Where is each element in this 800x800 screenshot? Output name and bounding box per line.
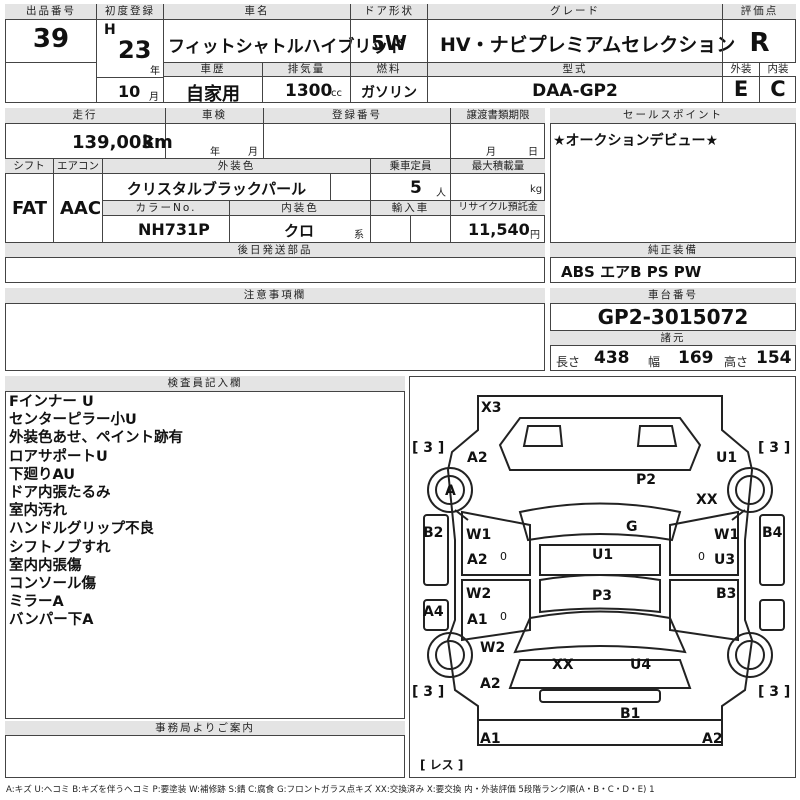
diagram-label: A2 [467,552,488,568]
diagram-label: W1 [714,527,740,543]
diagram-label: U4 [630,657,652,673]
diagram-label: G [626,519,638,535]
bracket-top-right: [ 3 ] [758,440,791,456]
diagram-label: A2 [467,450,488,466]
diagram-label: W2 [466,586,492,602]
diagram-label: U3 [714,552,736,568]
diagram-label: A [445,483,456,499]
diagram-label: 0 [500,610,507,623]
bracket-bottom-right: [ 3 ] [758,684,791,700]
diagram-label: B3 [716,586,737,602]
diagram-label: A2 [702,731,723,747]
diagram-label: A1 [480,731,501,747]
diagram-label: U1 [716,450,738,466]
diagram-label: A1 [467,612,488,628]
diagram-label: W1 [466,527,492,543]
diagram-label: X3 [481,400,502,416]
diagram-label: XX [696,492,718,508]
diagram-label: 0 [698,550,705,563]
legend: A:キズ U:ヘコミ B:キズを伴うヘコミ P:要塗装 W:補修跡 S:錆 C:… [6,785,655,795]
diagram-label: B1 [620,706,641,722]
bracket-bottom-left: [ 3 ] [412,684,445,700]
bracket-less: [ レス ] [420,758,464,772]
diagram-label: P2 [636,472,657,488]
diagram-label: W2 [480,640,506,656]
diagram-label: 0 [500,550,507,563]
bracket-top-left: [ 3 ] [412,440,445,456]
diagram-label: P3 [592,588,613,604]
diagram-label: A2 [480,676,501,692]
car-diagram [423,395,785,746]
diagram-label: U1 [592,547,614,563]
diagram-label: A4 [423,604,444,620]
diagram-label: B4 [762,525,783,541]
diagram-label: XX [552,657,574,673]
diagram-label: B2 [423,525,444,541]
